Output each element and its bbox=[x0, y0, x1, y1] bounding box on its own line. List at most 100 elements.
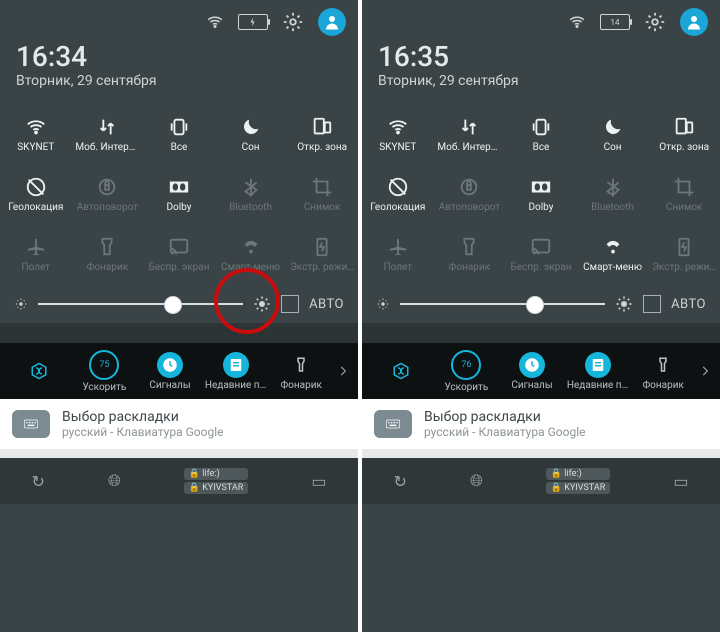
tile-rect-phone[interactable]: Откр. зона bbox=[286, 105, 358, 163]
swap-v-icon bbox=[96, 116, 118, 138]
tile-crop[interactable]: Снимок bbox=[648, 165, 720, 223]
brightness-slider[interactable] bbox=[38, 303, 243, 305]
tile-label: Смарт-меню bbox=[583, 262, 642, 273]
battery-icon bbox=[238, 14, 268, 30]
bottom-nav: ↻ 🌐︎ 🔒 life:) 🔒 KYIVSTAR ▭ bbox=[0, 458, 358, 504]
crop-icon bbox=[311, 176, 333, 198]
tile-bluetooth[interactable]: Bluetooth bbox=[577, 165, 649, 223]
lock-icon bbox=[458, 176, 480, 198]
tool-label: Сигналы bbox=[511, 380, 552, 391]
compass-off-icon bbox=[25, 176, 47, 198]
tile-swap-v[interactable]: Моб. Интернет bbox=[72, 105, 144, 163]
clock-time: 16:34 bbox=[16, 40, 342, 73]
tile-moon[interactable]: Сон bbox=[577, 105, 649, 163]
tile-battery-out[interactable]: Экстр. режим bbox=[648, 225, 720, 283]
clock-area: 16:35Вторник, 29 сентября bbox=[362, 36, 720, 91]
flashlight-icon bbox=[96, 236, 118, 258]
card-peek bbox=[362, 450, 720, 458]
auto-checkbox[interactable] bbox=[643, 295, 661, 313]
swap-v-icon bbox=[458, 116, 480, 138]
tool-torch[interactable]: Фонарик bbox=[630, 352, 696, 391]
docs-icon bbox=[223, 352, 249, 378]
tile-cast[interactable]: Беспр. экран bbox=[505, 225, 577, 283]
recent-icon[interactable]: ↻ bbox=[32, 472, 45, 491]
hex-logo-icon bbox=[22, 354, 56, 388]
avatar[interactable] bbox=[318, 8, 346, 36]
tool-docs[interactable]: Недавние п… bbox=[203, 352, 269, 391]
tool-clock[interactable]: Сигналы bbox=[137, 352, 203, 391]
card-subtitle: русский - Клавиатура Google bbox=[424, 425, 585, 439]
tile-label: Фонарик bbox=[87, 262, 128, 273]
tile-battery-out[interactable]: Экстр. режим bbox=[286, 225, 358, 283]
overview-icon[interactable]: ▭ bbox=[311, 472, 326, 491]
brightness-slider[interactable] bbox=[400, 303, 605, 305]
tile-wifi[interactable]: SKYNET bbox=[362, 105, 434, 163]
smart-icon bbox=[602, 236, 624, 258]
gear-icon[interactable] bbox=[282, 11, 304, 33]
overview-icon[interactable]: ▭ bbox=[673, 472, 688, 491]
tile-moon[interactable]: Сон bbox=[215, 105, 287, 163]
tool-hexlogo[interactable] bbox=[6, 354, 72, 388]
recent-icon[interactable]: ↻ bbox=[394, 472, 407, 491]
rect-phone-icon bbox=[673, 116, 695, 138]
tile-airplane[interactable]: Полет bbox=[362, 225, 434, 283]
notification-card[interactable]: Выбор раскладкирусский - Клавиатура Goog… bbox=[362, 399, 720, 450]
dolby-icon bbox=[168, 176, 190, 198]
tile-dolby[interactable]: Dolby bbox=[505, 165, 577, 223]
slider-thumb[interactable] bbox=[164, 296, 182, 314]
clock-date: Вторник, 29 сентября bbox=[16, 73, 342, 89]
tool-gauge[interactable]: 76Ускорить bbox=[434, 350, 500, 393]
sim-tab[interactable]: 🔒 life:) bbox=[184, 468, 248, 480]
tile-compass-off[interactable]: Геолокация bbox=[0, 165, 72, 223]
avatar[interactable] bbox=[680, 8, 708, 36]
quick-tiles: SKYNETМоб. ИнтернетВсеСонОткр. зона Геоло… bbox=[0, 91, 358, 283]
tool-hexlogo[interactable] bbox=[368, 354, 434, 388]
tool-clock[interactable]: Сигналы bbox=[499, 352, 565, 391]
clock-area: 16:34Вторник, 29 сентября bbox=[0, 36, 358, 91]
tile-rect-phone[interactable]: Откр. зона bbox=[648, 105, 720, 163]
tile-smart[interactable]: Смарт-меню bbox=[577, 225, 649, 283]
tile-swap-v[interactable]: Моб. Интернет bbox=[434, 105, 506, 163]
globe-icon[interactable]: 🌐︎ bbox=[470, 471, 483, 491]
tile-lock[interactable]: Автоповорот bbox=[72, 165, 144, 223]
card-peek bbox=[0, 450, 358, 458]
tile-flashlight[interactable]: Фонарик bbox=[72, 225, 144, 283]
tile-label: Bluetooth bbox=[591, 202, 634, 213]
card-title: Выбор раскладки bbox=[424, 409, 585, 425]
tile-vibrate[interactable]: Все bbox=[143, 105, 215, 163]
sun-icon bbox=[615, 295, 633, 313]
globe-icon[interactable]: 🌐︎ bbox=[108, 471, 121, 491]
tile-dolby[interactable]: Dolby bbox=[143, 165, 215, 223]
tile-bluetooth[interactable]: Bluetooth bbox=[215, 165, 287, 223]
chevron-right-icon[interactable] bbox=[696, 343, 714, 399]
chevron-right-icon[interactable] bbox=[334, 343, 352, 399]
tile-flashlight[interactable]: Фонарик bbox=[434, 225, 506, 283]
tool-gauge[interactable]: 75Ускорить bbox=[72, 350, 138, 393]
tile-label: Беспр. экран bbox=[511, 262, 572, 273]
tool-label: Сигналы bbox=[149, 380, 190, 391]
tile-smart[interactable]: Смарт-меню bbox=[215, 225, 287, 283]
tile-crop[interactable]: Снимок bbox=[286, 165, 358, 223]
tile-label: Снимок bbox=[304, 202, 341, 213]
notification-card[interactable]: Выбор раскладкирусский - Клавиатура Goog… bbox=[0, 399, 358, 450]
tile-cast[interactable]: Беспр. экран bbox=[143, 225, 215, 283]
tool-docs[interactable]: Недавние п… bbox=[565, 352, 631, 391]
smart-icon bbox=[240, 236, 262, 258]
tile-label: Экстр. режим bbox=[652, 262, 716, 273]
sim-tab[interactable]: 🔒 KYIVSTAR bbox=[184, 482, 248, 494]
gear-icon[interactable] bbox=[644, 11, 666, 33]
tile-compass-off[interactable]: Геолокация bbox=[362, 165, 434, 223]
quick-tiles: SKYNETМоб. ИнтернетВсеСонОткр. зона Геоло… bbox=[362, 91, 720, 283]
tile-label: Полет bbox=[383, 262, 412, 273]
tool-torch[interactable]: Фонарик bbox=[268, 352, 334, 391]
battery-out-icon bbox=[311, 236, 333, 258]
sim-tab[interactable]: 🔒 KYIVSTAR bbox=[546, 482, 610, 494]
tile-lock[interactable]: Автоповорот bbox=[434, 165, 506, 223]
tile-wifi[interactable]: SKYNET bbox=[0, 105, 72, 163]
sim-tab[interactable]: 🔒 life:) bbox=[546, 468, 610, 480]
tile-airplane[interactable]: Полет bbox=[0, 225, 72, 283]
auto-checkbox[interactable] bbox=[281, 295, 299, 313]
tile-label: Dolby bbox=[528, 202, 553, 213]
tile-vibrate[interactable]: Все bbox=[505, 105, 577, 163]
slider-thumb[interactable] bbox=[526, 296, 544, 314]
